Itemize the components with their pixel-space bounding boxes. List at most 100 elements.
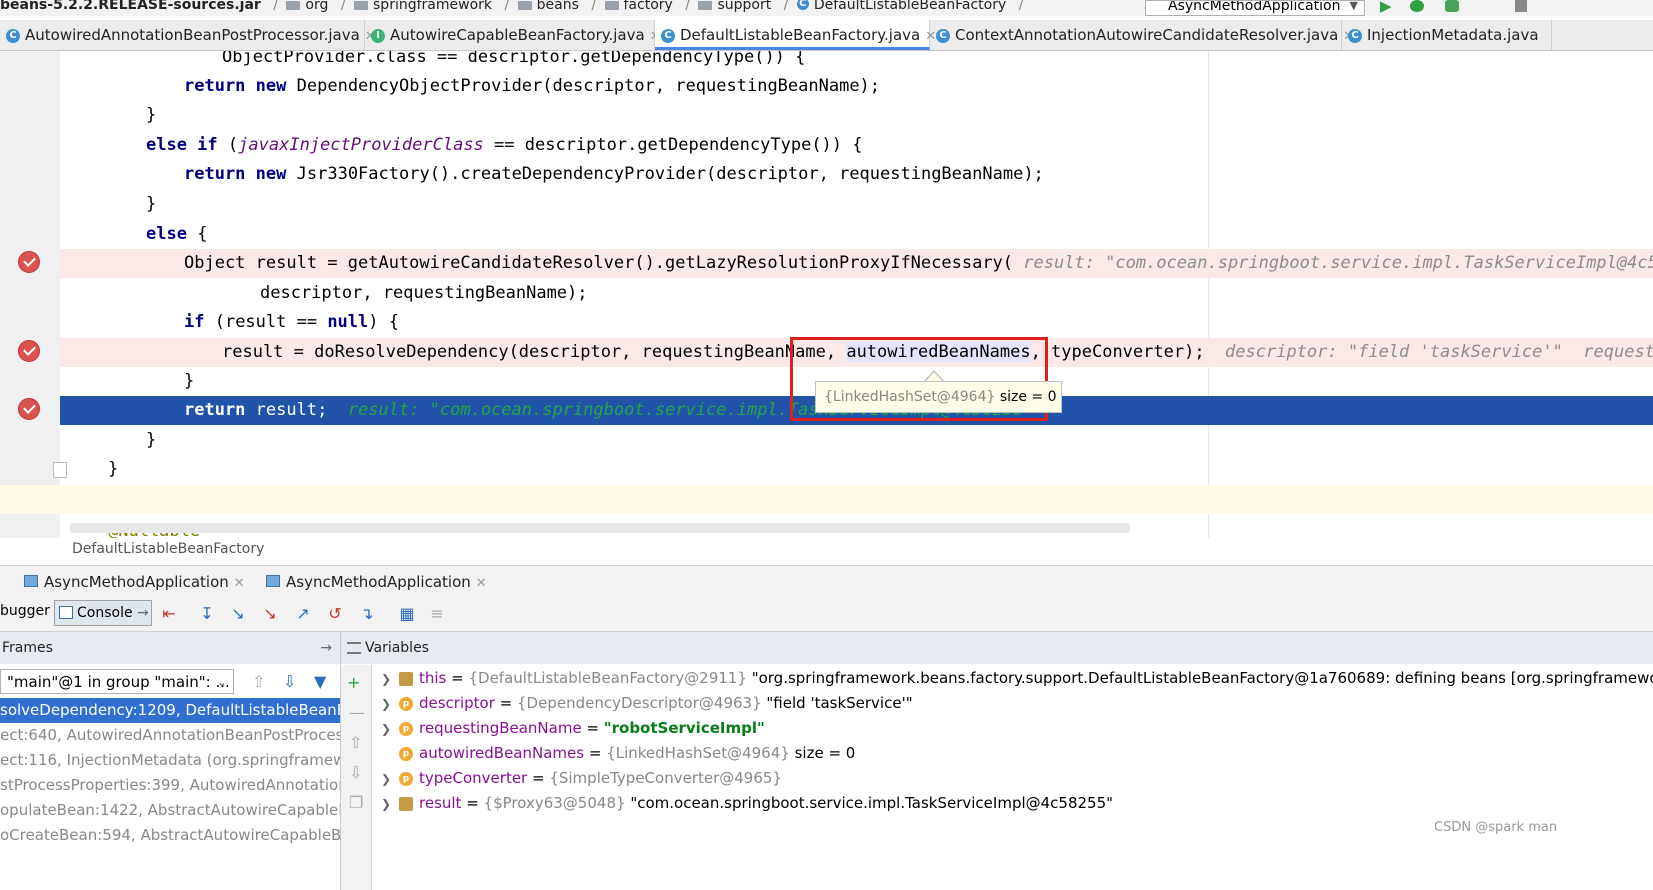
force-step-into-icon[interactable]: ↘ xyxy=(261,605,279,623)
tab-debugger[interactable]: bugger xyxy=(0,603,50,619)
copy-icon[interactable]: ❐ xyxy=(349,793,363,812)
panel-title: Frames xyxy=(2,640,53,656)
variable-row[interactable]: this = {DefaultListableBeanFactory@2911}… xyxy=(399,666,1653,691)
tab-debug-session-2[interactable]: AsyncMethodApplication ✕ xyxy=(262,568,487,596)
folder-icon xyxy=(517,1,532,10)
value-tooltip[interactable]: {LinkedHashSet@4964} size = 0 xyxy=(815,381,1062,413)
step-out-icon[interactable]: ↗ xyxy=(294,605,312,623)
expand-chevron-icon[interactable]: ❯ xyxy=(381,797,391,811)
frame-item[interactable]: solveDependency:1209, DefaultListableBea… xyxy=(0,698,340,723)
code-text: ) { xyxy=(368,312,399,332)
tab-label: AutowireCapableBeanFactory.java xyxy=(390,26,645,44)
run-to-cursor-icon[interactable]: ↴ xyxy=(358,605,376,623)
variable-row[interactable]: p typeConverter = {SimpleTypeConverter@49… xyxy=(399,766,782,791)
expand-chevron-icon[interactable]: ❯ xyxy=(381,722,391,736)
class-icon: C xyxy=(661,28,675,43)
code-text: , typeConverter); xyxy=(1030,342,1205,362)
code-editor[interactable]: ObjectProvider.class == descriptor.getDe… xyxy=(0,51,1653,538)
breadcrumb-class[interactable]: DefaultListableBeanFactory xyxy=(814,0,1006,12)
editor-gutter[interactable] xyxy=(0,51,60,538)
code-line: return new Jsr330Factory().createDepende… xyxy=(60,160,1653,189)
code-text: ( xyxy=(227,135,239,155)
breadcrumb-separator: / xyxy=(1018,0,1024,13)
tab-autowire-capable-bean-factory[interactable]: IAutowireCapableBeanFactory.java✕ xyxy=(365,20,661,50)
variable-row[interactable]: p descriptor = {DependencyDescriptor@4963… xyxy=(399,691,913,716)
breadcrumb-springframework[interactable]: springframework xyxy=(373,0,492,12)
code-text: } xyxy=(108,459,119,479)
thread-select[interactable]: "main"@1 in group "main": ... ⌄ xyxy=(0,669,234,694)
parameter-icon: p xyxy=(399,721,413,736)
variables-side-toolbar: + — ⇧ ⇩ ❐ xyxy=(341,665,372,890)
close-icon[interactable]: ✕ xyxy=(234,576,245,591)
breadcrumb-factory[interactable]: factory xyxy=(624,0,673,12)
tab-default-listable-bean-factory[interactable]: C DefaultListableBeanFactory.java ✕ xyxy=(655,20,936,50)
breadcrumb-org[interactable]: org xyxy=(305,0,328,12)
folder-icon xyxy=(286,1,301,10)
frames-panel: Frames → "main"@1 in group "main": ... ⌄… xyxy=(0,632,341,890)
variable-name: result xyxy=(419,794,462,812)
remove-watch-icon[interactable]: — xyxy=(349,703,365,722)
breadcrumb-support[interactable]: support xyxy=(717,0,771,12)
variable-type: {DependencyDescriptor@4963} xyxy=(517,694,762,712)
parameter-icon: p xyxy=(399,746,413,761)
keyword: else if xyxy=(146,135,218,155)
tab-context-annotation-resolver[interactable]: C ContextAnnotationAutowireCandidateResol… xyxy=(930,20,1354,50)
expand-chevron-icon[interactable]: ❯ xyxy=(381,697,391,711)
keyword: new xyxy=(255,164,287,184)
list-icon xyxy=(347,642,361,654)
close-icon[interactable]: ✕ xyxy=(476,576,487,591)
breadcrumb-separator: / xyxy=(685,0,690,13)
arrow-up-icon[interactable]: ⇧ xyxy=(349,733,362,752)
run-config-select[interactable]: AsyncMethodApplication ▼ xyxy=(1145,0,1365,16)
code-text: result = doResolveDependency(descriptor,… xyxy=(222,342,847,362)
code-text: result; xyxy=(245,400,328,420)
frame-item[interactable]: ect:640, AutowiredAnnotationBeanPostProc… xyxy=(0,723,340,748)
expand-chevron-icon[interactable]: ❯ xyxy=(381,772,391,786)
arrow-up-icon[interactable]: ⇧ xyxy=(252,672,265,691)
drop-frame-icon[interactable]: ↺ xyxy=(326,605,344,623)
arrow-down-icon[interactable]: ⇩ xyxy=(349,763,362,782)
breakpoint-icon[interactable] xyxy=(18,251,40,273)
run-config-label: AsyncMethodApplication xyxy=(1168,0,1341,14)
arrow-down-icon[interactable]: ⇩ xyxy=(283,672,296,691)
frame-item[interactable]: oCreateBean:594, AbstractAutowireCapable… xyxy=(0,823,340,848)
code-text: } xyxy=(146,194,157,214)
breakpoint-icon[interactable] xyxy=(18,340,40,362)
debug-icon[interactable] xyxy=(1410,0,1424,12)
keyword: return xyxy=(184,76,246,96)
code-line: return new DependencyObjectProvider(desc… xyxy=(60,72,1653,101)
debugger-toolbar: bugger Console → ⇤ ↧ ↘ ↘ ↗ ↺ ↴ ▦ ≡ xyxy=(0,597,1653,632)
frame-item[interactable]: stProcessProperties:399, AutowiredAnnota… xyxy=(0,773,340,798)
variable-row[interactable]: p requestingBeanName = "robotServiceImpl" xyxy=(399,716,765,741)
code-text: Object result = getAutowireCandidateReso… xyxy=(184,253,1014,273)
evaluate-expression-icon[interactable]: ▦ xyxy=(398,605,416,623)
filter-icon[interactable]: ▼ xyxy=(314,672,326,691)
breakpoint-icon[interactable] xyxy=(18,398,40,420)
tab-console[interactable]: Console → xyxy=(54,600,152,626)
pin-icon[interactable]: → xyxy=(320,632,332,664)
chevron-down-icon: ▼ xyxy=(1349,0,1358,12)
step-into-icon[interactable]: ↘ xyxy=(229,605,247,623)
show-execution-point-icon[interactable]: ⇤ xyxy=(160,605,178,623)
step-over-icon[interactable]: ↧ xyxy=(198,605,216,623)
coverage-icon[interactable] xyxy=(1445,0,1459,12)
variable-row[interactable]: p autowiredBeanNames = {LinkedHashSet@496… xyxy=(399,741,855,766)
variable-row[interactable]: result = {$Proxy63@5048} "com.ocean.spri… xyxy=(399,791,1113,816)
tab-debug-session-1[interactable]: AsyncMethodApplication ✕ xyxy=(20,568,245,596)
stop-icon[interactable] xyxy=(1515,0,1527,12)
horizontal-scrollbar[interactable] xyxy=(70,523,1130,533)
class-icon: C xyxy=(936,28,950,43)
frame-item[interactable]: ect:116, InjectionMetadata (org.springfr… xyxy=(0,748,340,773)
variable-type: {SimpleTypeConverter@4965} xyxy=(549,769,782,787)
breadcrumb-jar[interactable]: beans-5.2.2.RELEASE-sources.jar xyxy=(0,0,261,12)
tab-injection-metadata[interactable]: C InjectionMetadata.java xyxy=(1342,20,1552,50)
fold-marker-icon[interactable] xyxy=(53,462,67,478)
tab-autowired-annotation-bpp[interactable]: C AutowiredAnnotationBeanPostProcessor.ja… xyxy=(0,20,376,50)
breadcrumb-separator: / xyxy=(783,0,789,13)
expand-chevron-icon[interactable]: ❯ xyxy=(381,672,391,686)
add-watch-icon[interactable]: + xyxy=(347,673,360,692)
run-icon[interactable]: ▶ xyxy=(1380,0,1392,14)
trace-icon[interactable]: ≡ xyxy=(428,605,446,623)
breadcrumb-beans[interactable]: beans xyxy=(537,0,579,12)
frame-item[interactable]: opulateBean:1422, AbstractAutowireCapabl… xyxy=(0,798,340,823)
